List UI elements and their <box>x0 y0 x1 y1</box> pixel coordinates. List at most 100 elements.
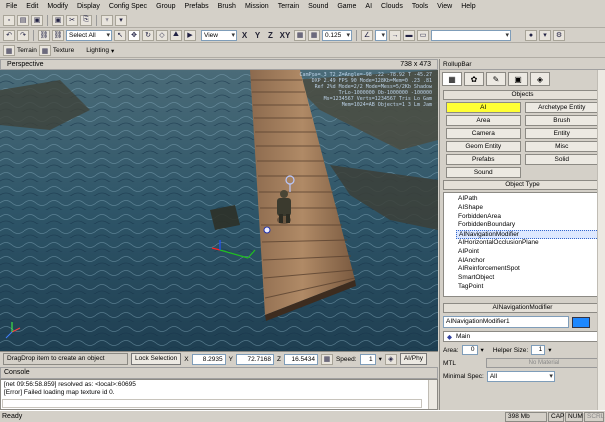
speed-input[interactable]: 1 <box>359 353 376 365</box>
lock-selection-button[interactable]: Lock Selection <box>131 353 182 365</box>
y-coordinate-input[interactable]: 72.7168 <box>235 353 274 365</box>
object-button-camera[interactable]: Camera <box>446 128 521 139</box>
menu-item-brush[interactable]: Brush <box>218 0 236 13</box>
viewport-title[interactable]: Perspective <box>7 61 44 68</box>
menu-item-sound[interactable]: Sound <box>308 0 328 13</box>
texture-icon[interactable]: ▦ <box>38 45 51 56</box>
terrain-icon[interactable]: ▦ <box>3 45 15 56</box>
terrain-label[interactable]: Terrain <box>17 47 37 54</box>
layers-tab-icon[interactable]: ◈ <box>530 72 550 86</box>
menu-item-ai[interactable]: AI <box>365 0 372 13</box>
menu-item-clouds[interactable]: Clouds <box>381 0 403 13</box>
angle-snap-dropdown[interactable] <box>375 29 387 41</box>
undo-icon[interactable]: ↶ <box>3 29 15 41</box>
brush-icon[interactable]: ▬ <box>403 29 415 41</box>
selection-filter-dropdown[interactable]: Select All <box>66 29 112 41</box>
redo-icon[interactable]: ↷ <box>17 29 29 41</box>
game-mode-icon[interactable]: ● <box>525 29 537 41</box>
axis-y-button[interactable]: Y <box>252 31 263 40</box>
goto-icon[interactable]: → <box>389 29 401 41</box>
object-type-item[interactable]: SmartObject <box>456 274 601 283</box>
layer-dropdown[interactable] <box>431 29 511 41</box>
axis-xy-button[interactable]: XY <box>278 31 292 40</box>
save-icon[interactable]: ▣ <box>31 14 43 26</box>
helper-spinner-icon[interactable]: ▾ <box>548 346 551 354</box>
lighting-label[interactable]: Lighting <box>86 47 109 54</box>
object-button-area[interactable]: Area <box>446 115 521 126</box>
object-button-ai[interactable]: AI <box>446 102 521 113</box>
object-button-brush[interactable]: Brush <box>524 115 599 126</box>
object-type-item[interactable]: ForbiddenArea <box>456 213 601 222</box>
menu-item-group[interactable]: Group <box>156 0 175 13</box>
menu-item-terrain[interactable]: Terrain <box>278 0 299 13</box>
unlink-icon[interactable]: ⛓ <box>52 29 64 41</box>
nav-modifier-header[interactable]: AINavigationModifier <box>443 303 602 313</box>
menu-item-display[interactable]: Display <box>77 0 100 13</box>
menu-item-view[interactable]: View <box>437 0 452 13</box>
object-type-item[interactable]: TagPoint <box>456 283 601 292</box>
object-type-item[interactable]: AIShape <box>456 204 601 213</box>
rollup-scrollbar[interactable] <box>597 70 605 410</box>
object-type-item[interactable]: AINavigationModifier <box>456 230 601 239</box>
scale-icon[interactable]: ◇ <box>156 29 168 41</box>
menu-item-game[interactable]: Game <box>337 0 356 13</box>
dropdown-arrow-icon[interactable]: ▾ <box>115 14 127 26</box>
object-button-solid[interactable]: Solid <box>524 154 599 165</box>
settings-icon[interactable]: ⚙ <box>553 29 565 41</box>
object-type-item[interactable]: ForbiddenBoundary <box>456 221 601 230</box>
perspective-viewport[interactable]: CamPos= 3 T2 Z=Angle=-98 .22 -78.92 T -4… <box>0 70 438 351</box>
layer-icon[interactable]: ▭ <box>417 29 429 41</box>
angle-snap-icon[interactable]: ∠ <box>361 29 373 41</box>
object-color-swatch[interactable] <box>572 316 590 328</box>
cut-icon[interactable]: ✂ <box>66 14 78 26</box>
area-input[interactable]: 0 <box>461 345 478 355</box>
object-button-prefabs[interactable]: Prefabs <box>446 154 521 165</box>
minimal-spec-dropdown[interactable]: All <box>486 371 555 382</box>
menu-item-help[interactable]: Help <box>461 0 475 13</box>
material-field[interactable]: No Material <box>486 358 602 368</box>
link-icon[interactable]: ⛓ <box>38 29 50 41</box>
open-folder-icon[interactable]: ▤ <box>17 14 29 26</box>
helper-size-input[interactable]: 1 <box>531 345 546 355</box>
terrain-snap-icon[interactable]: ⛰ <box>170 29 182 41</box>
object-button-archetype-entity[interactable]: Archetype Entity <box>524 102 599 113</box>
speed-spinner-icon[interactable]: ▾ <box>379 355 382 363</box>
object-type-header[interactable]: Object Type <box>443 180 602 190</box>
ai-physics-button[interactable]: AI/Phy <box>399 353 427 365</box>
snap-value-dropdown[interactable]: 0.125 <box>322 29 352 41</box>
object-button-entity[interactable]: Entity <box>524 128 599 139</box>
console-input[interactable] <box>2 399 422 408</box>
coord-system-dropdown[interactable]: View <box>201 29 237 41</box>
objects-tab-icon[interactable]: ▦ <box>442 72 462 86</box>
axis-x-button[interactable]: X <box>239 31 250 40</box>
object-type-item[interactable]: AIHorizontalOcclusionPlane <box>456 239 601 248</box>
chevron-down-icon[interactable]: ▾ <box>111 47 114 55</box>
terrain-tab-icon[interactable]: ✿ <box>464 72 484 86</box>
display-tab-icon[interactable]: ▣ <box>508 72 528 86</box>
move-icon[interactable]: ✥ <box>128 29 140 41</box>
menu-item-prefabs[interactable]: Prefabs <box>185 0 209 13</box>
terrain-axis-icon[interactable]: ▦ <box>294 29 306 41</box>
texture-label[interactable]: Texture <box>53 47 74 54</box>
new-file-icon[interactable]: ▫ <box>3 14 15 26</box>
menu-item-tools[interactable]: Tools <box>412 0 428 13</box>
object-button-sound[interactable]: Sound <box>446 167 521 178</box>
copy-icon[interactable]: ⎘ <box>80 14 92 26</box>
area-spinner-icon[interactable]: ▾ <box>481 346 484 354</box>
object-type-item[interactable]: AIReinforcementSpot <box>456 265 601 274</box>
axis-z-button[interactable]: Z <box>265 31 276 40</box>
rotate-icon[interactable]: ↻ <box>142 29 154 41</box>
menu-item-edit[interactable]: Edit <box>26 0 38 13</box>
save-level-icon[interactable]: ▣ <box>52 14 64 26</box>
menu-item-modify[interactable]: Modify <box>47 0 68 13</box>
menu-item-config-spec[interactable]: Config Spec <box>109 0 147 13</box>
select-arrow-icon[interactable]: ↖ <box>114 29 126 41</box>
menu-item-mission[interactable]: Mission <box>245 0 269 13</box>
grid-snap-icon[interactable]: ▦ <box>308 29 320 41</box>
objects-section-header[interactable]: Objects <box>443 90 602 100</box>
help-bulb-icon[interactable]: ♆ <box>101 14 113 26</box>
layer-row[interactable]: ◆ Main <box>443 331 602 342</box>
camera-view-icon[interactable]: ▶ <box>184 29 196 41</box>
dropdown-arrow-icon[interactable]: ▾ <box>539 29 551 41</box>
object-type-item[interactable]: AIAnchor <box>456 257 601 266</box>
